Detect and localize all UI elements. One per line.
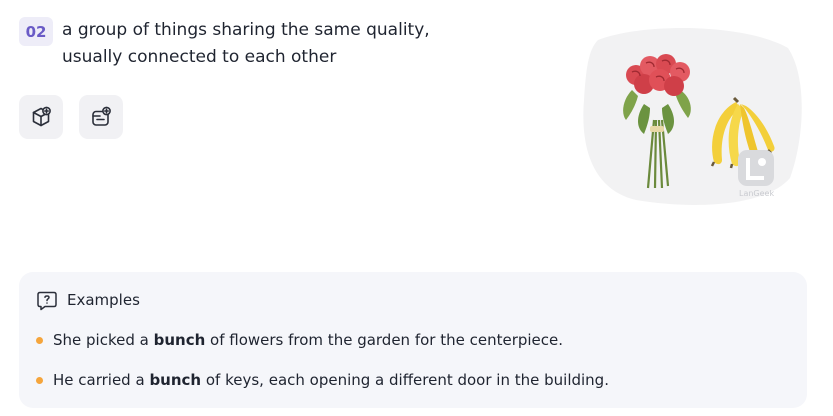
cube-add-icon	[32, 106, 51, 127]
example-text-after: of flowers from the garden for the cente…	[205, 331, 564, 349]
examples-panel: Examples She picked a bunch of flowers f…	[19, 272, 807, 408]
example-sentence: He carried a bunch of keys, each opening…	[36, 369, 609, 391]
example-text-before: She picked a	[53, 331, 154, 349]
bunch-illustration	[583, 28, 802, 205]
langeek-logo-icon	[738, 150, 774, 186]
example-text-before: He carried a	[53, 371, 150, 389]
add-to-vocabulary-button[interactable]	[19, 95, 63, 139]
examples-title: Examples	[67, 291, 140, 309]
bullet-dot	[36, 376, 43, 384]
bullet-dot	[36, 336, 43, 344]
example-sentence: She picked a bunch of flowers from the g…	[36, 329, 563, 351]
examples-header: Examples	[36, 289, 140, 311]
question-bubble-icon	[37, 291, 57, 311]
example-keyword: bunch	[153, 331, 206, 349]
example-keyword: bunch	[149, 371, 202, 389]
definition-line: a group of things sharing the same quali…	[62, 20, 430, 40]
definition-line: usually connected to each other	[62, 47, 337, 67]
add-to-flashcards-button[interactable]	[79, 95, 123, 139]
card-add-icon	[92, 106, 111, 126]
example-text-after: of keys, each opening a different door i…	[201, 371, 609, 389]
sense-number-badge: 02	[19, 17, 53, 46]
watermark-text: LanGeek	[739, 189, 775, 198]
definition-text: a group of things sharing the same quali…	[62, 17, 482, 71]
